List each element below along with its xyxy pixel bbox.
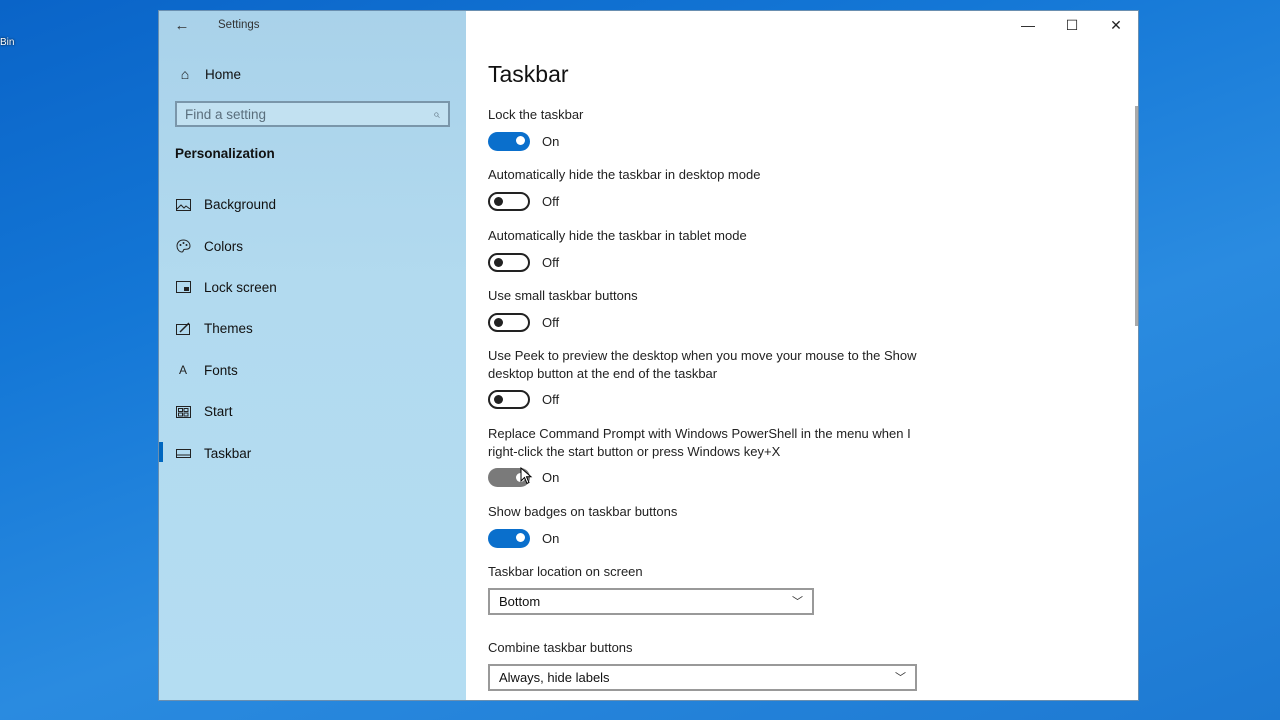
sidebar-item-fonts[interactable]: A Fonts (159, 350, 466, 391)
sidebar-item-label: Taskbar (204, 445, 252, 461)
location-dropdown[interactable]: Bottom ﹀ (488, 587, 814, 615)
scrollbar[interactable] (1135, 106, 1138, 326)
desktop-icon-label[interactable]: Bin (0, 37, 14, 48)
sidebar-item-label: Fonts (204, 362, 238, 378)
search-icon[interactable]: ⌕ (433, 107, 440, 122)
sidebar-item-label: Background (204, 197, 277, 213)
setting-location: Taskbar location on screen Bottom ﹀ (488, 563, 814, 615)
setting-powershell: Replace Command Prompt with Windows Powe… (488, 425, 918, 487)
setting-peek: Use Peek to preview the desktop when you… (488, 347, 918, 409)
toggle-state: Off (542, 392, 560, 407)
palette-icon (175, 238, 191, 254)
dropdown-value: Always, hide labels (499, 669, 610, 685)
section-heading: Personalization (175, 146, 275, 161)
start-icon (175, 404, 191, 420)
home-icon: ⌂ (180, 66, 190, 82)
setting-badges: Show badges on taskbar buttons On (488, 503, 918, 548)
setting-label: Automatically hide the taskbar in tablet… (488, 228, 747, 243)
setting-autohide-tablet: Automatically hide the taskbar in tablet… (488, 227, 918, 272)
sidebar-item-background[interactable]: Background (159, 184, 466, 225)
toggle-state: On (542, 470, 560, 485)
search-input[interactable] (185, 106, 434, 122)
dropdown-value: Bottom (499, 593, 541, 609)
setting-combine: Combine taskbar buttons Always, hide lab… (488, 639, 917, 691)
lock-screen-icon (175, 279, 191, 295)
badges-toggle[interactable] (488, 528, 530, 548)
chevron-down-icon: ﹀ (792, 596, 803, 608)
titlebar: ← Settings (159, 11, 466, 43)
sidebar-item-themes[interactable]: Themes (159, 308, 466, 349)
setting-label: Taskbar location on screen (488, 564, 643, 579)
sidebar-item-label: Lock screen (204, 279, 277, 295)
home-label: Home (205, 66, 242, 82)
themes-icon (175, 321, 191, 337)
settings-window: ← Settings ⌂ Home ⌕ Personalization Back… (158, 10, 1139, 701)
page-title: Taskbar (488, 61, 569, 87)
mouse-cursor-icon (520, 467, 533, 485)
toggle-state: On (542, 530, 560, 546)
setting-label: Replace Command Prompt with Windows Powe… (488, 426, 911, 459)
peek-toggle[interactable] (488, 390, 530, 409)
setting-small-buttons: Use small taskbar buttons Off (488, 287, 918, 332)
small-buttons-toggle[interactable] (488, 312, 530, 332)
autohide-tablet-toggle[interactable] (488, 252, 530, 272)
sidebar-item-lock-screen[interactable]: Lock screen (159, 267, 466, 308)
lock-taskbar-toggle[interactable] (488, 131, 530, 151)
content-pane: — ☐ ✕ Taskbar Lock the taskbar On Automa… (466, 11, 1138, 700)
minimize-button[interactable]: — (1006, 11, 1050, 39)
back-arrow-icon[interactable]: ← (171, 15, 193, 37)
toggle-state: Off (542, 314, 560, 330)
autohide-desktop-toggle[interactable] (488, 191, 530, 211)
setting-label: Lock the taskbar (488, 107, 584, 122)
sidebar-item-colors[interactable]: Colors (159, 225, 466, 266)
sidebar-item-label: Colors (204, 238, 244, 254)
fonts-icon: A (178, 363, 187, 378)
sidebar-item-label: Themes (204, 321, 253, 337)
setting-lock-taskbar: Lock the taskbar On (488, 106, 918, 151)
setting-label: Automatically hide the taskbar in deskto… (488, 167, 761, 182)
sidebar: ← Settings ⌂ Home ⌕ Personalization Back… (159, 11, 466, 700)
search-box[interactable]: ⌕ (175, 101, 450, 127)
taskbar-icon (175, 445, 191, 461)
picture-icon (175, 197, 191, 213)
combine-dropdown[interactable]: Always, hide labels ﹀ (488, 663, 917, 691)
nav-list: Background Colors Lock screen Themes A F… (159, 184, 466, 474)
toggle-state: Off (542, 254, 560, 270)
maximize-button[interactable]: ☐ (1050, 11, 1094, 39)
sidebar-item-taskbar[interactable]: Taskbar (159, 432, 466, 473)
sidebar-item-label: Start (204, 404, 233, 420)
setting-label: Show badges on taskbar buttons (488, 504, 678, 519)
toggle-state: On (542, 133, 560, 149)
home-nav-item[interactable]: ⌂ Home (175, 63, 241, 85)
window-title: Settings (218, 19, 260, 31)
sidebar-item-start[interactable]: Start (159, 391, 466, 432)
setting-label: Use small taskbar buttons (488, 288, 638, 303)
toggle-state: Off (542, 193, 560, 209)
setting-autohide-desktop: Automatically hide the taskbar in deskto… (488, 166, 918, 211)
setting-label: Combine taskbar buttons (488, 640, 633, 655)
chevron-down-icon: ﹀ (895, 672, 906, 684)
close-button[interactable]: ✕ (1094, 11, 1138, 39)
window-controls: — ☐ ✕ (1006, 11, 1138, 41)
setting-label: Use Peek to preview the desktop when you… (488, 348, 917, 381)
